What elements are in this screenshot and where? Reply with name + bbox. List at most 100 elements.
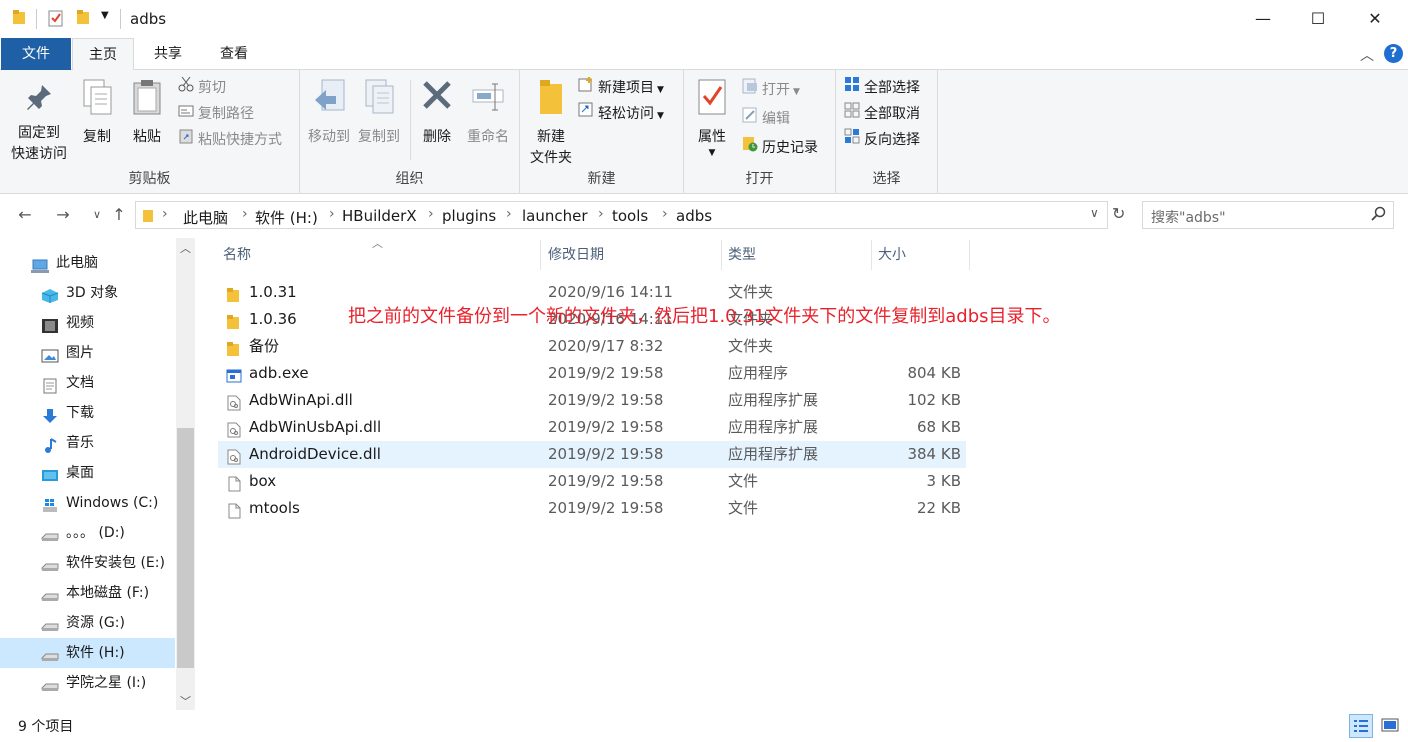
file-size: 68 KB [917, 418, 961, 436]
breadcrumb-launcher[interactable]: launcher [522, 207, 588, 225]
tab-home[interactable]: 主页 [72, 38, 134, 71]
history-button[interactable]: 历史记录 [742, 136, 818, 160]
maximize-button[interactable]: ☐ [1295, 0, 1341, 38]
close-button[interactable]: ✕ [1352, 0, 1398, 38]
details-view-icon [1353, 718, 1369, 738]
file-row[interactable]: AdbWinUsbApi.dll 2019/9/2 19:58 应用程序扩展 68 K… [218, 414, 966, 441]
collapse-ribbon-icon[interactable]: ︿ [1360, 45, 1374, 65]
paste-shortcut-button[interactable]: 粘贴快捷方式 [178, 128, 282, 152]
copy-button[interactable]: 复制 [76, 78, 118, 148]
search-icon[interactable] [1371, 206, 1387, 226]
address-bar[interactable]: › 此电脑 › 软件 (H:) › HBuilderX › plugins › … [135, 201, 1108, 229]
new-folder-quick-icon[interactable] [76, 9, 90, 29]
open-button[interactable]: 打开 ▼ [742, 78, 800, 102]
copy-path-button[interactable]: 复制路径 [178, 102, 254, 126]
move-to-button[interactable]: 移动到 [306, 78, 352, 148]
column-header-type[interactable]: 类型 [723, 238, 871, 272]
cut-button[interactable]: 剪切 [178, 76, 226, 100]
breadcrumb-drive-h[interactable]: 软件 (H:) [255, 207, 318, 228]
file-row[interactable]: box 2019/9/2 19:58 文件 3 KB [218, 468, 966, 495]
scroll-up-chevron-icon[interactable]: ︿ [180, 240, 191, 256]
ribbon-tabs: 文件 主页 共享 查看 ︿ ? [0, 38, 1408, 71]
large-icons-view-button[interactable] [1378, 714, 1402, 738]
properties-quick-icon[interactable] [48, 9, 64, 31]
sidebar-item-label: 此电脑 [56, 255, 98, 271]
breadcrumb-separator-icon: › [162, 206, 168, 222]
easy-access-button[interactable]: 轻松访问 ▼ [578, 102, 664, 126]
file-name: AdbWinUsbApi.dll [249, 418, 382, 436]
address-dropdown-chevron-icon[interactable]: ∨ [1090, 206, 1099, 220]
column-header-date[interactable]: 修改日期 [543, 238, 721, 272]
sidebar-item[interactable]: 文档 [0, 368, 175, 398]
rename-button[interactable]: 重命名 [462, 78, 514, 148]
edit-button[interactable]: 编辑 [742, 107, 790, 131]
navigation-pane-scrollbar[interactable]: ︿ ﹀ [176, 238, 195, 710]
column-header-size[interactable]: 大小 [873, 238, 969, 272]
sidebar-item[interactable]: 学院之星 (I:) [0, 668, 175, 698]
ribbon: 固定到 快速访问 复制 粘贴 剪切 复制路径 粘贴快捷方式 剪贴板 移动到 复制 [0, 70, 1408, 194]
search-box[interactable]: 搜索"adbs" [1142, 201, 1394, 229]
sidebar-item[interactable]: 资源 (G:) [0, 608, 175, 638]
breadcrumb-plugins[interactable]: plugins [442, 207, 496, 225]
breadcrumb-adbs[interactable]: adbs [676, 207, 712, 225]
file-row[interactable]: AdbWinApi.dll 2019/9/2 19:58 应用程序扩展 102 KB [218, 387, 966, 414]
sidebar-item[interactable]: 此电脑 [0, 248, 175, 278]
recent-locations-chevron-icon[interactable]: ∨ [85, 203, 109, 227]
file-row[interactable]: 备份 2020/9/17 8:32 文件夹 [218, 333, 966, 360]
select-none-button[interactable]: 全部取消 [844, 102, 920, 126]
copy-icon [76, 78, 118, 123]
forward-arrow-icon[interactable]: → [51, 203, 75, 227]
refresh-icon[interactable]: ↻ [1112, 204, 1125, 223]
sidebar-item[interactable]: 视频 [0, 308, 175, 338]
copy-to-button[interactable]: 复制到 [356, 78, 402, 148]
sidebar-item[interactable]: 软件 (H:) [0, 638, 175, 668]
details-view-button[interactable] [1349, 714, 1373, 738]
tab-file[interactable]: 文件 [1, 38, 71, 70]
select-all-button[interactable]: 全部选择 [844, 76, 920, 100]
sidebar-item[interactable]: 软件安装包 (E:) [0, 548, 175, 578]
select-none-icon [844, 102, 860, 126]
clipboard-group-label: 剪贴板 [128, 171, 171, 187]
properties-button[interactable]: 属性 ▼ [690, 78, 734, 158]
sidebar-item[interactable]: Windows (C:) [0, 488, 175, 518]
file-type: 文件夹 [728, 337, 774, 355]
sidebar-item[interactable]: 下载 [0, 398, 175, 428]
breadcrumb-hbuilderx[interactable]: HBuilderX [342, 207, 417, 225]
column-divider[interactable] [969, 240, 970, 270]
breadcrumb-separator-icon: › [598, 206, 604, 222]
tab-share[interactable]: 共享 [140, 38, 196, 70]
sidebar-item[interactable]: 桌面 [0, 458, 175, 488]
sidebar-item[interactable]: 音乐 [0, 428, 175, 458]
column-divider[interactable] [540, 240, 541, 270]
scrollbar-thumb[interactable] [177, 428, 194, 668]
file-row[interactable]: AndroidDevice.dll 2019/9/2 19:58 应用程序扩展 384… [218, 441, 966, 468]
sidebar-item[interactable]: 。。。 (D:) [0, 518, 175, 548]
breadcrumb-this-pc[interactable]: 此电脑 [183, 207, 228, 228]
file-row[interactable]: adb.exe 2019/9/2 19:58 应用程序 804 KB [218, 360, 966, 387]
pin-quick-access-button[interactable]: 固定到 快速访问 [6, 82, 72, 165]
file-row[interactable]: mtools 2019/9/2 19:58 文件 22 KB [218, 495, 966, 522]
sidebar-item[interactable]: 本地磁盘 (F:) [0, 578, 175, 608]
organize-group-label: 组织 [395, 171, 424, 187]
new-folder-button[interactable]: 新建 文件夹 [524, 78, 578, 169]
file-name: 备份 [249, 337, 280, 355]
paste-button[interactable]: 粘贴 [126, 78, 168, 148]
dropdown-arrow-icon: ▼ [657, 111, 664, 121]
annotation-text: 把之前的文件备份到一个新的文件夹，然后把1.0.31文件夹下的文件复制到adbs… [348, 306, 1061, 327]
sidebar-item[interactable]: 3D 对象 [0, 278, 175, 308]
column-divider[interactable] [871, 240, 872, 270]
breadcrumb-tools[interactable]: tools [612, 207, 648, 225]
minimize-button[interactable]: — [1240, 0, 1286, 38]
tab-view[interactable]: 查看 [206, 38, 262, 70]
delete-button[interactable]: 删除 [416, 78, 458, 148]
customize-quick-access-dropdown-icon[interactable]: ▼ [101, 10, 109, 21]
help-icon[interactable]: ? [1384, 44, 1403, 63]
back-arrow-icon[interactable]: ← [13, 203, 37, 227]
column-divider[interactable] [721, 240, 722, 270]
scroll-down-chevron-icon[interactable]: ﹀ [180, 693, 191, 709]
up-arrow-icon[interactable]: ↑ [107, 203, 131, 227]
column-header-name[interactable]: 名称 [218, 238, 540, 272]
invert-selection-button[interactable]: 反向选择 [844, 128, 920, 152]
new-item-button[interactable]: 新建项目 ▼ [578, 76, 664, 100]
sidebar-item[interactable]: 图片 [0, 338, 175, 368]
